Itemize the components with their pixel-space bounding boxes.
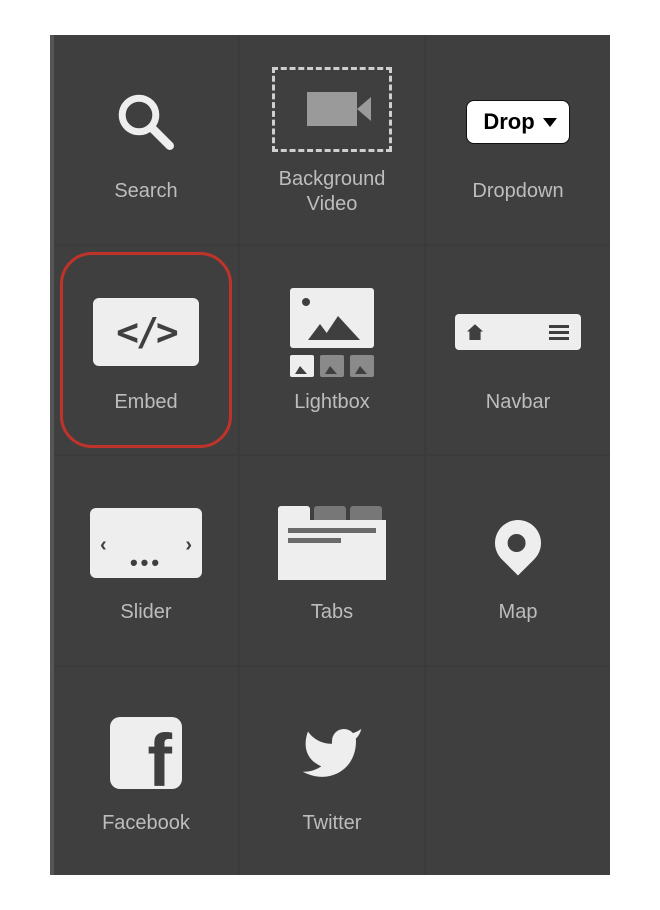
elements-panel: Search Background Video Drop Dropdown </… (50, 35, 610, 875)
element-tabs[interactable]: Tabs (240, 456, 424, 665)
element-facebook[interactable]: Facebook (54, 667, 238, 876)
slider-icon: ‹ › ••• (60, 495, 232, 590)
element-dropdown[interactable]: Drop Dropdown (426, 35, 610, 244)
element-label: Search (114, 179, 177, 204)
code-glyph: </> (116, 310, 176, 354)
element-label: Background Video (279, 167, 386, 217)
element-navbar[interactable]: Navbar (426, 246, 610, 455)
element-map[interactable]: Map (426, 456, 610, 665)
element-label: Slider (120, 600, 171, 625)
element-label: Map (499, 600, 538, 625)
element-lightbox[interactable]: Lightbox (240, 246, 424, 455)
element-label: Twitter (303, 811, 362, 836)
element-search[interactable]: Search (54, 35, 238, 244)
chevron-down-icon (543, 118, 557, 127)
map-pin-icon (432, 495, 604, 590)
home-icon (467, 324, 483, 340)
element-label: Navbar (486, 390, 550, 415)
element-slider[interactable]: ‹ › ••• Slider (54, 456, 238, 665)
element-label: Lightbox (294, 390, 370, 415)
background-video-icon (246, 62, 418, 157)
empty-cell (426, 667, 610, 876)
element-embed[interactable]: </> Embed (54, 246, 238, 455)
element-twitter[interactable]: Twitter (240, 667, 424, 876)
element-background-video[interactable]: Background Video (240, 35, 424, 244)
facebook-icon (60, 706, 232, 801)
embed-icon: </> (60, 285, 232, 380)
navbar-icon (432, 285, 604, 380)
element-label: Dropdown (472, 179, 563, 204)
search-icon (60, 74, 232, 169)
element-label: Facebook (102, 811, 190, 836)
hamburger-icon (549, 325, 569, 340)
twitter-icon (246, 706, 418, 801)
dropdown-icon: Drop (432, 74, 604, 169)
arrow-left-icon: ‹ (100, 534, 107, 557)
element-label: Tabs (311, 600, 353, 625)
lightbox-icon (246, 285, 418, 380)
dropdown-button-text: Drop (483, 109, 534, 135)
element-label: Embed (114, 390, 177, 415)
tabs-icon (246, 495, 418, 590)
arrow-right-icon: › (185, 534, 192, 557)
